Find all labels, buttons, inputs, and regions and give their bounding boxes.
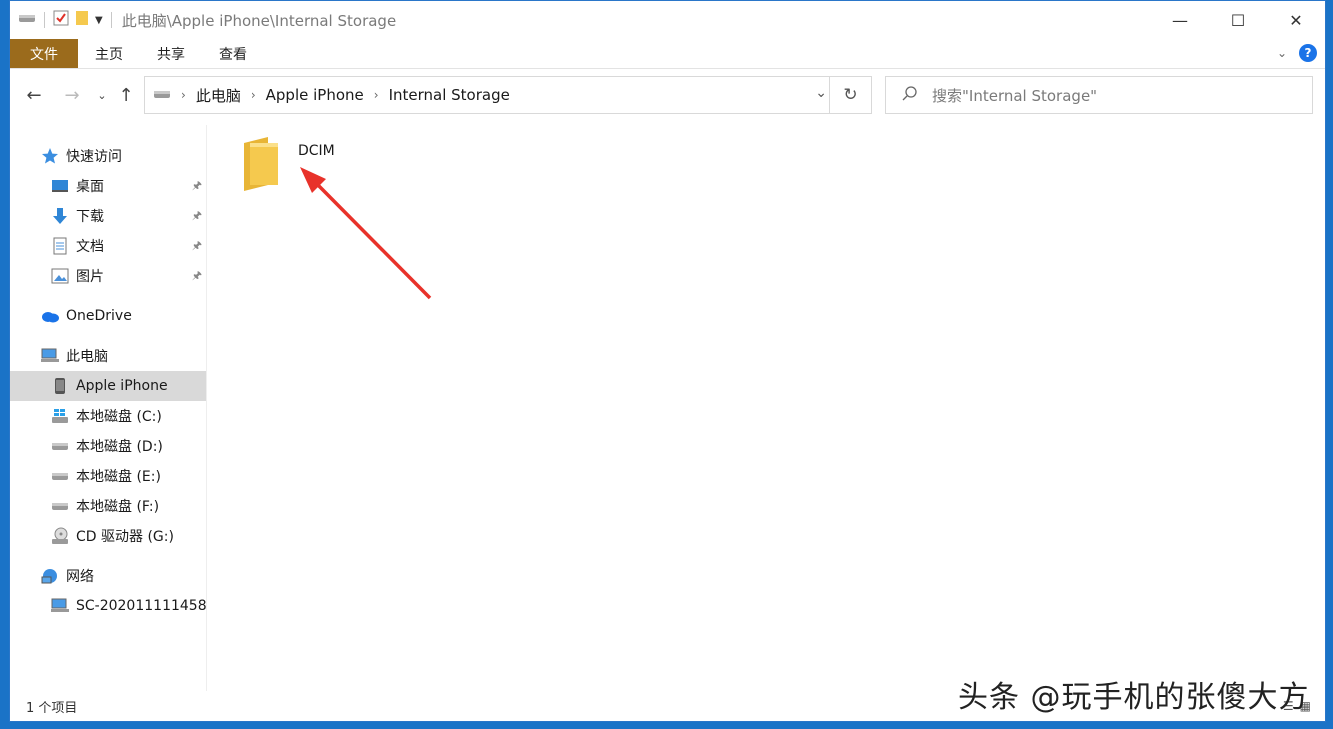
star-icon <box>40 146 60 166</box>
up-button[interactable]: ↑ <box>114 81 138 109</box>
refresh-button[interactable]: ↻ <box>829 77 871 113</box>
pin-icon[interactable]: 🖈 <box>192 207 202 226</box>
breadcrumb-apple-iphone[interactable]: Apple iPhone <box>266 86 364 104</box>
pane-splitter[interactable] <box>206 125 207 691</box>
sidebar-item-label: 本地磁盘 (C:) <box>76 409 162 425</box>
toolbar-divider <box>110 12 112 28</box>
sidebar-item-label: 文档 <box>76 239 104 255</box>
computer-icon <box>50 596 70 616</box>
document-icon <box>50 236 70 256</box>
minimize-button[interactable]: — <box>1151 1 1209 39</box>
maximize-button[interactable]: ☐ <box>1209 1 1267 39</box>
sidebar-item-network-computer[interactable]: SC-202011111458 <box>10 591 206 621</box>
drive-icon <box>50 436 70 456</box>
tab-view[interactable]: 查看 <box>202 39 264 68</box>
sidebar-item-label: SC-202011111458 <box>76 598 206 614</box>
sidebar-item-label: 本地磁盘 (F:) <box>76 499 160 515</box>
address-dropdown-icon[interactable]: ⌄ <box>815 85 827 101</box>
drive-icon <box>18 12 36 28</box>
folder-item[interactable]: DCIM <box>240 135 335 195</box>
drive-icon <box>153 86 171 104</box>
cloud-icon <box>40 306 60 326</box>
sidebar-item-label: 此电脑 <box>66 349 108 365</box>
sidebar-item-pictures[interactable]: 图片 🖈 <box>10 261 206 291</box>
sidebar-item-label: 快速访问 <box>66 149 122 165</box>
pin-icon[interactable]: 🖈 <box>192 177 202 196</box>
network-icon <box>40 566 60 586</box>
tab-home[interactable]: 主页 <box>78 39 140 68</box>
sidebar-item-onedrive[interactable]: OneDrive <box>10 301 206 331</box>
ribbon-tabs: 文件 主页 共享 查看 ⌄ ? <box>10 39 1325 69</box>
chevron-right-icon[interactable]: › <box>181 88 186 102</box>
forward-button[interactable]: → <box>60 81 84 109</box>
breadcrumb-this-pc[interactable]: 此电脑 <box>196 85 241 106</box>
new-folder-icon[interactable] <box>75 10 89 30</box>
navigation-pane: 快速访问 桌面 🖈 下载 🖈 文档 🖈 图片 🖈 OneDrive 此电脑 Ap… <box>10 131 206 691</box>
status-bar-count: 1 个项目 <box>26 701 78 716</box>
picture-icon <box>50 266 70 286</box>
drive-icon <box>50 466 70 486</box>
back-button[interactable]: ← <box>22 81 46 109</box>
sidebar-item-label: CD 驱动器 (G:) <box>76 529 174 545</box>
folder-name: DCIM <box>298 143 335 159</box>
file-list: DCIM <box>220 131 1325 691</box>
windows-drive-icon <box>50 406 70 426</box>
tab-file[interactable]: 文件 <box>10 39 78 68</box>
pin-icon[interactable]: 🖈 <box>192 267 202 286</box>
sidebar-item-label: 下载 <box>76 209 104 225</box>
chevron-right-icon[interactable]: › <box>251 88 256 102</box>
cd-drive-icon <box>50 526 70 546</box>
computer-icon <box>40 346 60 366</box>
sidebar-item-desktop[interactable]: 桌面 🖈 <box>10 171 206 201</box>
phone-icon <box>50 376 70 396</box>
address-bar[interactable]: › 此电脑 › Apple iPhone › Internal Storage … <box>144 76 872 114</box>
sidebar-item-drive-c[interactable]: 本地磁盘 (C:) <box>10 401 206 431</box>
pin-icon[interactable]: 🖈 <box>192 237 202 256</box>
customize-toolbar-icon[interactable]: ▼ <box>95 15 103 26</box>
sidebar-item-label: 本地磁盘 (D:) <box>76 439 163 455</box>
close-button[interactable]: ✕ <box>1267 1 1325 39</box>
chevron-right-icon[interactable]: › <box>374 88 379 102</box>
recent-locations-button[interactable]: ⌄ <box>90 81 114 109</box>
sidebar-item-label: OneDrive <box>66 308 132 324</box>
breadcrumb-internal-storage[interactable]: Internal Storage <box>389 86 510 104</box>
toolbar-divider <box>44 12 45 28</box>
sidebar-item-network[interactable]: 网络 <box>10 561 206 591</box>
sidebar-item-this-pc[interactable]: 此电脑 <box>10 341 206 371</box>
sidebar-item-label: Apple iPhone <box>76 378 168 394</box>
sidebar-item-label: 图片 <box>76 269 104 285</box>
watermark: 头条 @玩手机的张傻大方 <box>958 680 1310 715</box>
explorer-window: ▼ 此电脑\Apple iPhone\Internal Storage — ☐ … <box>9 0 1326 722</box>
sidebar-item-apple-iphone[interactable]: Apple iPhone <box>10 371 206 401</box>
desktop-icon <box>50 176 70 196</box>
window-controls: — ☐ ✕ <box>1151 1 1325 39</box>
drive-icon <box>50 496 70 516</box>
expand-ribbon-icon[interactable]: ⌄ <box>1277 46 1287 60</box>
search-icon <box>902 85 918 105</box>
sidebar-item-label: 本地磁盘 (E:) <box>76 469 161 485</box>
sidebar-item-drive-e[interactable]: 本地磁盘 (E:) <box>10 461 206 491</box>
search-box[interactable]: 搜索"Internal Storage" <box>885 76 1313 114</box>
navigation-bar: ← → ⌄ ↑ › 此电脑 › Apple iPhone › Internal … <box>10 75 1325 115</box>
sidebar-item-drive-d[interactable]: 本地磁盘 (D:) <box>10 431 206 461</box>
sidebar-item-drive-f[interactable]: 本地磁盘 (F:) <box>10 491 206 521</box>
window-title: 此电脑\Apple iPhone\Internal Storage <box>121 11 397 30</box>
sidebar-item-quick-access[interactable]: 快速访问 <box>10 141 206 171</box>
sidebar-item-downloads[interactable]: 下载 🖈 <box>10 201 206 231</box>
download-arrow-icon <box>50 206 70 226</box>
tab-share[interactable]: 共享 <box>140 39 202 68</box>
sidebar-item-documents[interactable]: 文档 🖈 <box>10 231 206 261</box>
sidebar-item-cd-drive[interactable]: CD 驱动器 (G:) <box>10 521 206 551</box>
properties-icon[interactable] <box>53 10 69 30</box>
breadcrumb: › 此电脑 › Apple iPhone › Internal Storage <box>153 85 510 106</box>
search-input[interactable]: 搜索"Internal Storage" <box>932 85 1097 106</box>
sidebar-item-label: 桌面 <box>76 179 104 195</box>
quick-access-toolbar: ▼ <box>10 10 114 30</box>
folder-icon <box>240 135 280 195</box>
help-icon[interactable]: ? <box>1299 44 1317 62</box>
title-bar: ▼ 此电脑\Apple iPhone\Internal Storage — ☐ … <box>10 1 1325 39</box>
sidebar-item-label: 网络 <box>66 569 94 585</box>
